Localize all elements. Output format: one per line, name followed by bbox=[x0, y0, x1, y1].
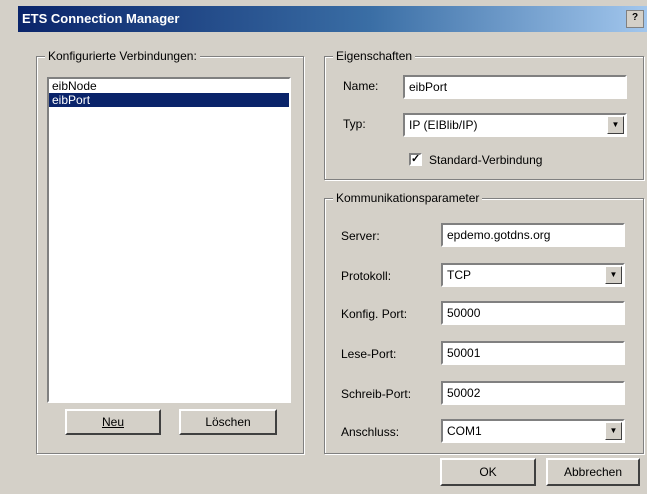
chevron-down-icon[interactable]: ▼ bbox=[607, 116, 624, 134]
name-field[interactable]: eibPort bbox=[403, 75, 627, 99]
connections-group: Konfigurierte Verbindungen: eibNode eibP… bbox=[36, 49, 304, 454]
properties-group: Eigenschaften Name: eibPort Typ: IP (EIB… bbox=[324, 49, 644, 180]
connections-legend: Konfigurierte Verbindungen: bbox=[45, 49, 200, 63]
default-connection-checkbox[interactable]: ✓ bbox=[409, 153, 422, 166]
list-item-eibnode[interactable]: eibNode bbox=[49, 79, 289, 93]
chevron-down-icon[interactable]: ▼ bbox=[605, 266, 622, 284]
title-bar[interactable]: ETS Connection Manager ? bbox=[18, 6, 647, 32]
list-item-eibport[interactable]: eibPort bbox=[49, 93, 289, 107]
new-button-label: Neu bbox=[101, 415, 124, 429]
type-select[interactable]: IP (EIBlib/IP) ▼ bbox=[403, 113, 627, 137]
dialog-window: ETS Connection Manager ? Konfigurierte V… bbox=[0, 0, 647, 494]
connection-select[interactable]: COM1 ▼ bbox=[441, 419, 625, 443]
server-label: Server: bbox=[341, 229, 380, 243]
read-port-label: Lese-Port: bbox=[341, 347, 397, 361]
help-button[interactable]: ? bbox=[626, 10, 644, 28]
delete-button[interactable]: Löschen bbox=[179, 409, 277, 435]
connection-label: Anschluss: bbox=[341, 425, 400, 439]
ok-button[interactable]: OK bbox=[440, 458, 536, 486]
cancel-button[interactable]: Abbrechen bbox=[546, 458, 640, 486]
comm-params-legend: Kommunikationsparameter bbox=[333, 191, 483, 205]
name-label: Name: bbox=[343, 79, 379, 93]
new-button[interactable]: Neu bbox=[65, 409, 161, 435]
protocol-select-value: TCP bbox=[447, 268, 471, 282]
write-port-label: Schreib-Port: bbox=[341, 387, 412, 401]
write-port-field[interactable]: 50002 bbox=[441, 381, 625, 405]
protocol-select[interactable]: TCP ▼ bbox=[441, 263, 625, 287]
cancel-button-label: Abbrechen bbox=[563, 465, 623, 479]
properties-legend: Eigenschaften bbox=[333, 49, 416, 63]
ok-button-label: OK bbox=[479, 465, 497, 479]
connections-list[interactable]: eibNode eibPort bbox=[47, 77, 291, 403]
type-label: Typ: bbox=[343, 117, 366, 131]
config-port-label: Konfig. Port: bbox=[341, 307, 408, 321]
type-select-value: IP (EIBlib/IP) bbox=[409, 118, 478, 132]
window-title: ETS Connection Manager bbox=[22, 11, 180, 26]
read-port-field[interactable]: 50001 bbox=[441, 341, 625, 365]
default-connection-label: Standard-Verbindung bbox=[429, 153, 543, 167]
chevron-down-icon[interactable]: ▼ bbox=[605, 422, 622, 440]
connection-select-value: COM1 bbox=[447, 424, 482, 438]
delete-button-label: Löschen bbox=[205, 415, 251, 429]
comm-params-group: Kommunikationsparameter Server: epdemo.g… bbox=[324, 191, 644, 454]
protocol-label: Protokoll: bbox=[341, 269, 392, 283]
server-field[interactable]: epdemo.gotdns.org bbox=[441, 223, 625, 247]
config-port-field[interactable]: 50000 bbox=[441, 301, 625, 325]
